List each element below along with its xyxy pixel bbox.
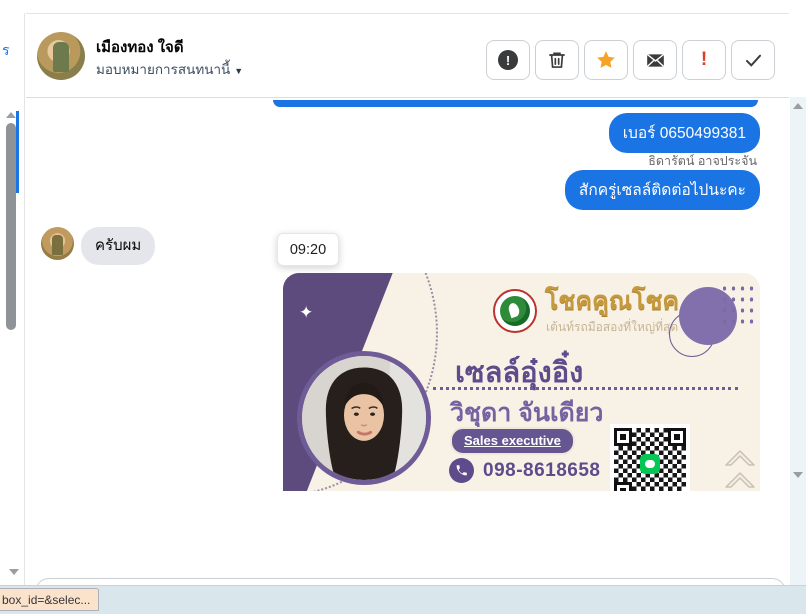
sparkle-icon: ✦ [299,303,314,322]
header-action-toolbar: ! ! [486,40,775,80]
contact-meta-text: ธิดารัตน์ อาจประจัน [648,154,757,168]
bottom-bar [0,585,806,614]
timestamp-tooltip: 09:20 [277,233,339,266]
outgoing-message-bubble: เบอร์ 0650499381 [608,113,760,153]
contact-name: เมืองทอง ใจดี [96,39,184,56]
chevron-down-icon: ▼ [234,66,244,76]
card-decor-dots [720,283,758,329]
card-brand-tagline: เต้นท์รถมือสองที่ใหญ่ที่สุด [546,320,679,334]
seller-phone-number: 098-8618658 [483,460,601,481]
conversation-panel: เมืองทอง ใจดี มอบหมายการสนทนานี้ ▼ ! ! เ… [26,13,789,614]
business-card-image-attachment[interactable]: ✦ โชคคูณโชค เต้นท์รถมือสองที่ใหญ่ที่สุด [283,273,760,491]
outgoing-message-bubble: สักครู่เซลล์ติดต่อไปนะคะ [564,170,760,210]
mail-button[interactable] [633,40,677,80]
delete-button[interactable] [535,40,579,80]
left-scrollbar-thumb[interactable] [6,123,16,330]
mark-important-button[interactable]: ! [682,40,726,80]
exclamation-icon: ! [700,49,708,70]
star-icon [595,49,617,71]
contact-avatar[interactable] [37,32,85,80]
chat-message-list[interactable]: เบอร์ 0650499381 ธิดารัตน์ อาจประจัน สัก… [26,99,789,614]
star-button[interactable] [584,40,628,80]
outgoing-message-clipped [273,100,758,107]
double-chevron-up-icon [721,443,759,491]
assign-conversation-label: มอบหมายการสนทนานี้ [96,62,231,77]
trash-icon [547,50,567,70]
report-button[interactable]: ! [486,40,530,80]
browser-status-tooltip: box_id=&selec... [0,588,100,611]
dealer-emblem-icon [500,296,530,326]
check-icon [743,50,764,71]
chat-scroll-up-arrow[interactable] [793,103,803,109]
chat-scrollbar[interactable] [790,97,806,585]
phone-icon [449,458,474,483]
chat-scroll-down-arrow[interactable] [793,472,803,478]
incoming-message-bubble: ครับผม [81,227,156,265]
sender-avatar[interactable] [41,227,74,260]
seller-role-badge: Sales executive [450,427,575,455]
left-panel-edge: ร [0,13,25,585]
clipped-sidebar-text: ร [2,42,10,58]
alert-circle-icon: ! [498,50,518,70]
assign-conversation-dropdown[interactable]: มอบหมายการสนทนานี้ ▼ [96,58,243,80]
seller-photo [297,351,431,485]
left-scroll-up-arrow[interactable] [6,112,16,118]
card-brand-name: โชคคูณโชค [545,287,680,315]
selected-item-accent-bar [16,111,19,193]
mail-icon [645,50,666,71]
mark-done-button[interactable] [731,40,775,80]
line-app-icon [640,454,660,474]
messenger-inbox-window: ร เมืองทอง ใจดี มอบหมายการสนทนานี้ ▼ ! !… [0,0,806,614]
left-scroll-down-arrow[interactable] [9,569,19,575]
conversation-header: เมืองทอง ใจดี มอบหมายการสนทนานี้ ▼ ! ! [26,14,789,98]
dealer-logo [493,289,537,333]
qr-code [610,424,690,491]
dotted-separator [433,387,738,390]
